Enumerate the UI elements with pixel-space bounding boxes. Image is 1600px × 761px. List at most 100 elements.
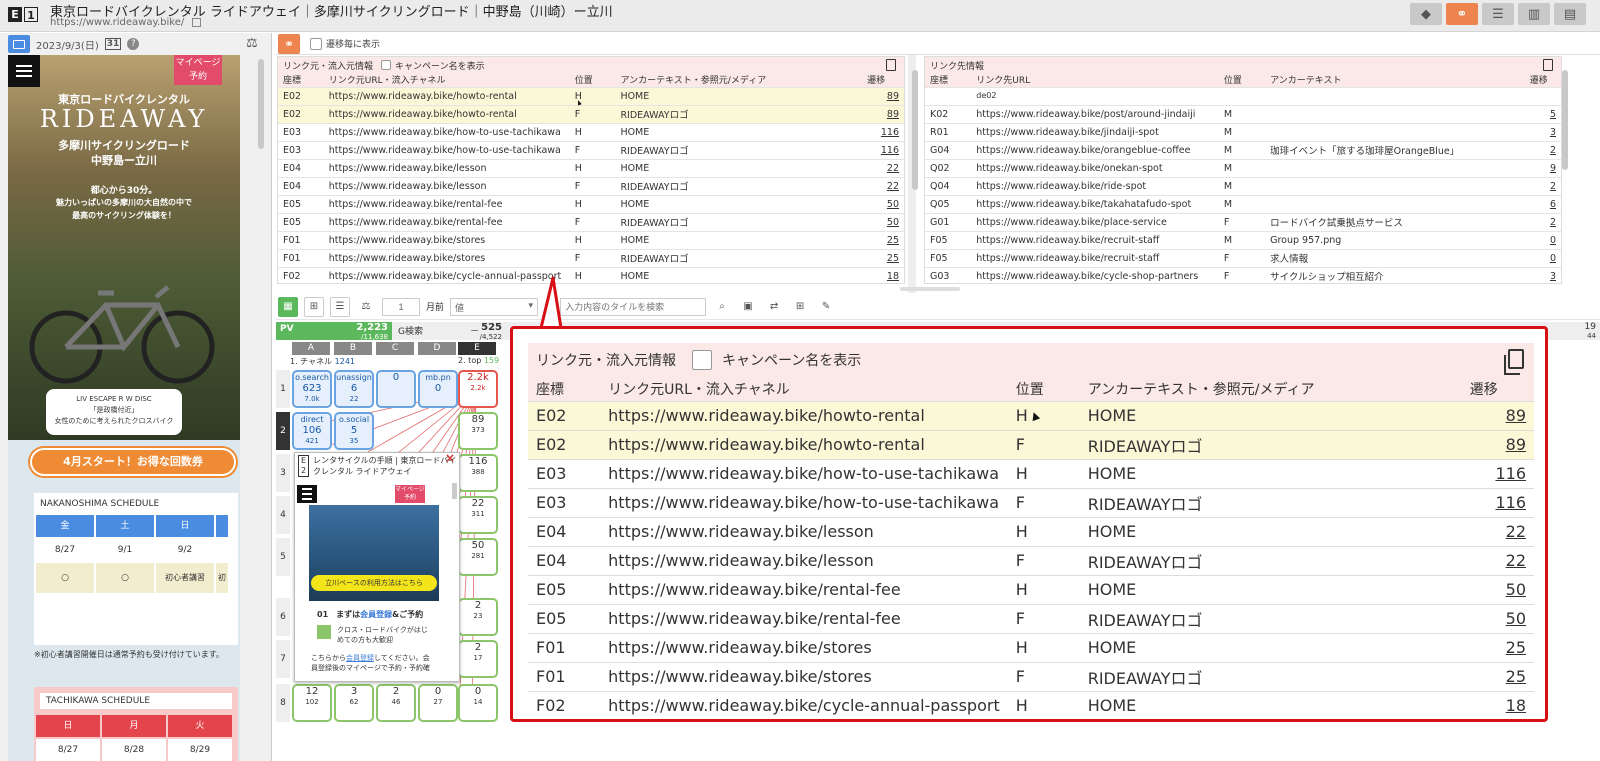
tile-e3[interactable]: 116 388: [458, 454, 498, 492]
cell-transitions[interactable]: 50: [862, 213, 904, 232]
table-row[interactable]: E03 https://www.rideaway.bike/how-to-use-…: [278, 141, 904, 160]
table-row[interactable]: F01 https://www.rideaway.bike/stores H HOME…: [528, 633, 1534, 663]
table-row[interactable]: E02 https://www.rideaway.bike/howto-renta…: [278, 87, 904, 106]
tile-e6[interactable]: 2 23: [458, 598, 498, 636]
cell-transitions[interactable]: 116: [1461, 459, 1534, 489]
edit-button[interactable]: ✎: [816, 296, 837, 317]
cell-transitions[interactable]: 25: [1461, 633, 1534, 663]
cell-transitions[interactable]: 89: [1461, 430, 1534, 460]
cell-transitions[interactable]: 116: [862, 123, 904, 142]
table-button[interactable]: ▤: [1554, 3, 1586, 25]
table-row[interactable]: F01 https://www.rideaway.bike/stores H HOME…: [278, 231, 904, 250]
table-row[interactable]: E04 https://www.rideaway.bike/lesson H HOME…: [278, 159, 904, 178]
tag-button[interactable]: ◆: [1410, 3, 1442, 25]
promo-button[interactable]: 4月スタート！お得な回数券: [30, 448, 236, 476]
cell-transitions[interactable]: 116: [862, 141, 904, 160]
cell-transitions[interactable]: 116: [1461, 488, 1534, 518]
col-anchor[interactable]: アンカーテキスト・参照元/メディア: [615, 73, 863, 88]
col-position[interactable]: 位置: [1007, 377, 1080, 402]
table-row[interactable]: E05 https://www.rideaway.bike/rental-fee H…: [528, 575, 1534, 605]
preview-date[interactable]: 2023/9/3(日): [36, 37, 99, 52]
table-row[interactable]: Q05 https://www.rideaway.bike/takahatafud…: [925, 195, 1561, 214]
col-position[interactable]: 位置: [1218, 73, 1266, 88]
table-row[interactable]: G01 https://www.rideaway.bike/place-servi…: [925, 213, 1561, 232]
col-anchor[interactable]: アンカーテキスト: [1265, 73, 1525, 88]
tile-b8[interactable]: 3 62: [334, 684, 374, 722]
search-tile-button[interactable]: ⌕: [712, 296, 733, 317]
tile-c8[interactable]: 2 46: [376, 684, 416, 722]
cell-transitions[interactable]: 0: [1524, 231, 1561, 250]
cell-transitions[interactable]: 89: [1461, 401, 1534, 431]
table-row[interactable]: E04 https://www.rideaway.bike/lesson H HOME…: [528, 517, 1534, 547]
device-toggle[interactable]: [8, 35, 30, 53]
cell-transitions[interactable]: 18: [1461, 691, 1534, 719]
tile-e1[interactable]: 2.2k 2.2k: [458, 370, 498, 408]
col-url[interactable]: リンク元URL・流入チャネル: [323, 73, 570, 88]
list-button[interactable]: ☰: [1482, 3, 1514, 25]
table-row[interactable]: E04 https://www.rideaway.bike/lesson F RIDE…: [278, 177, 904, 196]
cell-transitions[interactable]: 22: [1461, 517, 1534, 547]
tile-e4[interactable]: 22 311: [458, 496, 498, 534]
table-row[interactable]: Q04 https://www.rideaway.bike/ride-spot M 2: [925, 177, 1561, 196]
zoom-campaign-checkbox[interactable]: [692, 350, 712, 370]
cell-transitions[interactable]: 6: [1524, 195, 1561, 214]
cell-transitions[interactable]: 25: [862, 249, 904, 268]
cell-transitions[interactable]: 25: [862, 231, 904, 250]
table-row[interactable]: F05 https://www.rideaway.bike/recruit-sta…: [925, 231, 1561, 250]
table-row[interactable]: E05 https://www.rideaway.bike/rental-fee H…: [278, 195, 904, 214]
tile-e2[interactable]: 89 373: [458, 412, 498, 450]
table-row[interactable]: E03 https://www.rideaway.bike/how-to-use-…: [528, 488, 1534, 518]
tile-e5[interactable]: 50 281: [458, 538, 498, 576]
table-row[interactable]: F05 https://www.rideaway.bike/recruit-sta…: [925, 249, 1561, 268]
table-row[interactable]: E03 https://www.rideaway.bike/how-to-use-…: [278, 123, 904, 142]
compare-scale-icon[interactable]: ⚖: [246, 36, 258, 51]
cell-transitions[interactable]: 50: [1461, 604, 1534, 634]
cell-transitions[interactable]: 2: [1524, 177, 1561, 196]
col-coord[interactable]: 座標: [278, 73, 324, 88]
tile-search-input[interactable]: [560, 297, 707, 316]
col-coord[interactable]: 座標: [925, 73, 972, 88]
link-mode-button[interactable]: ⚭: [278, 33, 300, 54]
table-row[interactable]: Q02 https://www.rideaway.bike/onekan-spot…: [925, 159, 1561, 178]
cell-transitions[interactable]: 3: [1524, 267, 1561, 283]
cell-transitions[interactable]: 89: [862, 105, 904, 124]
page-url[interactable]: https://www.rideaway.bike/: [50, 17, 202, 28]
table-row[interactable]: F02 https://www.rideaway.bike/cycle-annua…: [278, 267, 904, 283]
table-row[interactable]: G04 https://www.rideaway.bike/orangeblue-…: [925, 141, 1561, 160]
table-row[interactable]: F01 https://www.rideaway.bike/stores F RIDE…: [278, 249, 904, 268]
copy-icon[interactable]: [886, 59, 896, 71]
page-url-text[interactable]: https://www.rideaway.bike/: [50, 17, 184, 28]
col-position[interactable]: 位置: [569, 73, 616, 88]
chart-button[interactable]: ▥: [1518, 3, 1550, 25]
tile-b1[interactable]: unassign 6 22: [334, 370, 374, 408]
table-row[interactable]: E04 https://www.rideaway.bike/lesson F RIDE…: [528, 546, 1534, 576]
table-row[interactable]: G03 https://www.rideaway.bike/cycle-shop-…: [925, 267, 1561, 283]
table-row[interactable]: E05 https://www.rideaway.bike/rental-fee F…: [528, 604, 1534, 634]
preview-scrollbar[interactable]: [258, 59, 264, 149]
dest-scrollbar[interactable]: [1562, 70, 1568, 170]
table-row[interactable]: E02 https://www.rideaway.bike/howto-renta…: [528, 430, 1534, 460]
cell-transitions[interactable]: 9: [1524, 159, 1561, 178]
layout-button[interactable]: ⊞: [790, 296, 811, 317]
col-transitions[interactable]: 遷移: [1461, 377, 1534, 402]
tile-a8[interactable]: 12 102: [292, 684, 332, 722]
popup-scrollbar[interactable]: [452, 483, 457, 499]
table-row[interactable]: F01 https://www.rideaway.bike/stores F RIDE…: [528, 662, 1534, 692]
cell-transitions[interactable]: 3: [1524, 123, 1561, 142]
close-icon[interactable]: ×: [445, 452, 455, 464]
cell-transitions[interactable]: 50: [862, 195, 904, 214]
copy-icon[interactable]: [1504, 349, 1524, 375]
table-row[interactable]: F02 https://www.rideaway.bike/cycle-annua…: [528, 691, 1534, 719]
cell-transitions[interactable]: 50: [1461, 575, 1534, 605]
cell-transitions[interactable]: 18: [862, 267, 904, 283]
cell-transitions[interactable]: 25: [1461, 662, 1534, 692]
export-button[interactable]: ▣: [738, 296, 759, 317]
cell-transitions[interactable]: 2: [1524, 141, 1561, 160]
campaign-checkbox[interactable]: [381, 60, 392, 70]
table-row[interactable]: E02 https://www.rideaway.bike/howto-renta…: [278, 105, 904, 124]
table-row[interactable]: E05 https://www.rideaway.bike/rental-fee F…: [278, 213, 904, 232]
menu-icon[interactable]: [8, 55, 40, 87]
tile-c1[interactable]: 0: [376, 370, 416, 408]
tile-d1[interactable]: mb.pn 0: [418, 370, 458, 408]
tile-e8[interactable]: 0 14: [458, 684, 498, 722]
